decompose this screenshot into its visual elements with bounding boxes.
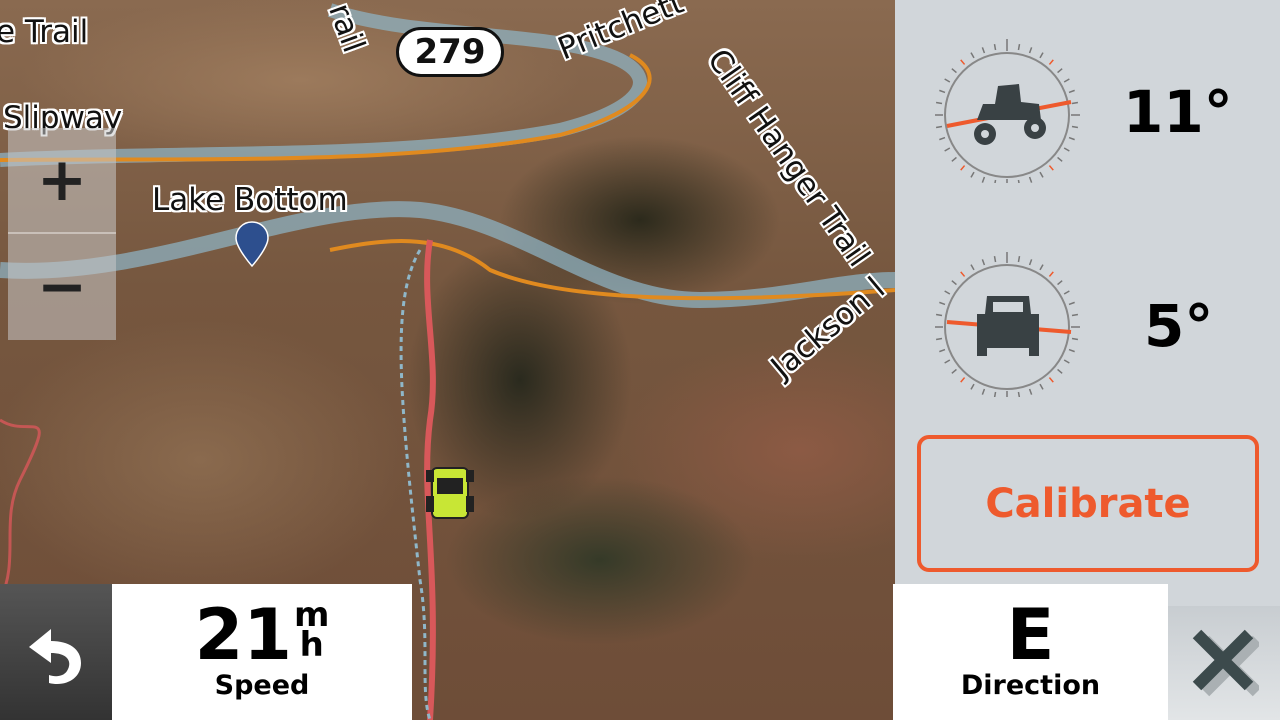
gauge-tick	[1057, 156, 1063, 162]
gauge-tick	[1071, 101, 1079, 105]
waypoint-pin-icon	[235, 221, 269, 268]
gauge-tick	[939, 136, 946, 141]
route-shield: 279	[396, 27, 504, 77]
gauge-tick	[993, 43, 997, 51]
gauge-tick	[1048, 59, 1054, 65]
gauge-tick	[944, 290, 951, 295]
speed-value: 21	[194, 594, 292, 676]
gauge-tick	[1057, 280, 1063, 286]
gauge-tick	[1028, 176, 1033, 183]
roll-angle: 5°	[1144, 292, 1214, 360]
gauge-tick	[1071, 313, 1079, 317]
gauge-tick	[944, 147, 951, 152]
gauge-tick	[951, 280, 957, 286]
zoom-in-button[interactable]: +	[8, 128, 116, 234]
gauge-tick	[1057, 68, 1063, 74]
pitch-angle: 11°	[1123, 78, 1233, 146]
gauge-tick	[981, 176, 986, 183]
gauge-tick	[1017, 43, 1021, 51]
speed-label: Speed	[214, 670, 310, 701]
zoom-controls: + −	[8, 128, 116, 340]
back-button[interactable]	[0, 584, 112, 720]
gauge-tick	[1039, 52, 1044, 59]
gauge-tick	[1039, 383, 1044, 390]
gauge-tick	[951, 368, 957, 374]
gauge-tick	[960, 165, 966, 171]
gauge-tick	[951, 68, 957, 74]
gauge-tick	[1068, 136, 1075, 141]
gauge-tick	[960, 271, 966, 277]
direction-label: Direction	[960, 670, 1101, 701]
gauge-tick	[970, 171, 975, 178]
gauge-tick	[981, 259, 986, 266]
roll-gauge-icon	[935, 252, 1080, 397]
vehicle-position-icon	[426, 467, 474, 519]
gauge-tick	[1017, 179, 1020, 183]
gauge-tick	[1063, 78, 1070, 83]
gauge-tick	[1017, 255, 1021, 263]
gauge-tick	[970, 383, 975, 390]
gauge-tick	[981, 388, 986, 395]
gauge-tick	[1063, 290, 1070, 295]
gauge-tick	[993, 391, 997, 397]
gauge-tick	[1028, 259, 1033, 266]
river-lower	[0, 201, 895, 309]
zoom-out-button[interactable]: −	[8, 234, 116, 340]
direction-value: E	[1006, 594, 1055, 676]
gauge-tick	[935, 337, 943, 341]
gauge-tick	[1028, 47, 1033, 54]
gauge-tick	[1039, 171, 1044, 178]
calibrate-button[interactable]: Calibrate	[917, 435, 1259, 572]
gauge-tick	[935, 101, 943, 105]
speed-field[interactable]: 21 m h Speed	[112, 584, 412, 720]
gauge-tick	[1063, 359, 1070, 364]
gauge-tick	[1039, 264, 1044, 271]
gauge-tick	[960, 377, 966, 383]
trail-red-left	[0, 418, 41, 601]
gauge-tick	[935, 313, 943, 317]
gauge-tick	[939, 89, 946, 94]
gauge-tick	[951, 156, 957, 162]
pitch-gauge-icon	[935, 39, 1080, 183]
direction-field[interactable]: E Direction	[893, 584, 1168, 720]
gauge-tick	[970, 52, 975, 59]
gauge-tick	[1057, 368, 1063, 374]
gauge-tick	[994, 179, 997, 183]
gauge-tick	[1048, 271, 1054, 277]
gauge-tick	[1071, 125, 1079, 129]
gauge-tick	[981, 47, 986, 54]
gauge-tick	[1048, 377, 1054, 383]
gauge-tick	[935, 125, 943, 129]
gauge-tick	[944, 78, 951, 83]
gauge-tick	[1068, 348, 1075, 353]
gauge-tick	[1068, 89, 1075, 94]
gauge-tick	[939, 301, 946, 306]
close-icon	[1192, 629, 1259, 697]
gauge-tick	[1063, 147, 1070, 152]
gauge-tick	[960, 59, 966, 65]
gauge-tick	[939, 348, 946, 353]
close-button[interactable]	[1168, 606, 1280, 720]
map-label: Lake Bottom	[152, 182, 348, 218]
gauge-tick	[1071, 337, 1079, 341]
back-arrow-icon	[29, 629, 81, 685]
gauge-tick	[993, 255, 997, 263]
gauge-tick	[1048, 165, 1054, 171]
gauge-tick	[1017, 391, 1021, 397]
gauge-tick	[1028, 388, 1033, 395]
gauge-tick	[1068, 301, 1075, 306]
map-label: e Trail	[0, 14, 89, 50]
gauge-tick	[944, 359, 951, 364]
gauge-tick	[970, 264, 975, 271]
